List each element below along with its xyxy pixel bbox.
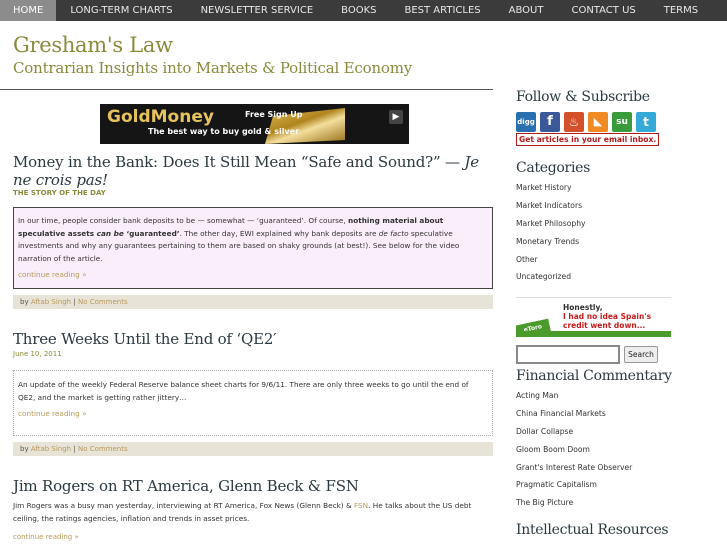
etoro-side-ad[interactable]: Honestly, I had no idea Spain's credit w… [516,297,671,337]
post-title-text: Money in the Bank: Does It Still Mean “S… [13,153,465,171]
excerpt-bold-text: ‘guaranteed’ [123,228,180,238]
continue-reading-link[interactable]: continue reading » [18,269,486,282]
fsn-link[interactable]: FSN [354,501,368,510]
ad-line1: Honestly, [563,303,603,312]
financial-commentary-heading: Financial Commentary [516,368,672,384]
twitter-icon[interactable]: t [636,112,656,132]
nav-long-term-charts[interactable]: LONG-TERM CHARTS [56,0,186,21]
categories-heading: Categories [516,160,591,176]
social-icons: digg f ♨ ◣ su t [516,112,656,132]
post-subtitle: THE STORY OF THE DAY [13,189,106,197]
category-link[interactable]: Market History [516,182,586,200]
post-excerpt: In our time, people consider bank deposi… [13,207,493,289]
category-link[interactable]: Market Philosophy [516,218,586,236]
meta-separator: | [73,298,76,306]
ad-line2: I had no idea Spain's credit went down..… [563,312,652,330]
continue-reading-link[interactable]: continue reading » [13,533,79,541]
author-link[interactable]: Aftab Singh [31,445,71,453]
follow-heading: Follow & Subscribe [516,89,650,105]
goldmoney-logo: GoldMoney [107,107,214,127]
site-tagline: Contrarian Insights into Markets & Polit… [13,59,413,77]
category-link[interactable]: Uncategorized [516,271,586,289]
continue-reading-link[interactable]: continue reading » [18,408,486,421]
post-title[interactable]: Money in the Bank: Does It Still Mean “S… [13,153,493,189]
commentary-list: Acting Man China Financial Markets Dolla… [516,390,632,515]
meta-separator: | [73,445,76,453]
excerpt-bold-italic-text: can be [96,228,124,238]
excerpt-text: . The other day, EWI explained why bank … [179,228,379,238]
banner-tagline: The best way to buy gold & silver [148,127,300,136]
commentary-link[interactable]: Grant's Interest Rate Observer [516,462,632,480]
categories-list: Market History Market Indicators Market … [516,182,586,289]
search-button[interactable]: Search [624,346,658,363]
post-text-part: Jim Rogers was a busy man yesterday, int… [13,501,354,510]
header-divider [0,89,493,90]
commentary-link[interactable]: Gloom Boom Doom [516,444,632,462]
commentary-link[interactable]: Acting Man [516,390,632,408]
category-link[interactable]: Monetary Trends [516,236,586,254]
commentary-link[interactable]: The Big Picture [516,497,632,515]
site-title[interactable]: Gresham's Law [13,33,173,57]
goldmoney-banner-ad[interactable]: GoldMoney Free Sign Up The best way to b… [100,104,409,144]
excerpt-italic-text: de facto [378,228,409,238]
category-link[interactable]: Market Indicators [516,200,586,218]
author-link[interactable]: Aftab Singh [31,298,71,306]
post-excerpt: An update of the weekly Federal Reserve … [13,370,493,436]
top-nav: HOME LONG-TERM CHARTS NEWSLETTER SERVICE… [0,0,727,21]
category-link[interactable]: Other [516,254,586,272]
ad-bar [516,331,671,337]
banner-signup-text: Free Sign Up [245,110,303,119]
stumble-flame-icon[interactable]: ♨ [564,112,584,132]
search-input[interactable] [516,345,620,364]
meta-by: by [20,298,29,306]
stumbleupon-icon[interactable]: su [612,112,632,132]
nav-terms[interactable]: TERMS [650,0,712,21]
post-meta: by Aftab Singh | No Comments [13,295,493,309]
excerpt-text: An update of the weekly Federal Reserve … [18,380,469,402]
commentary-link[interactable]: Dollar Collapse [516,426,632,444]
nav-contact-us[interactable]: CONTACT US [557,0,649,21]
intellectual-resources-heading: Intellectual Resources [516,522,669,538]
digg-icon[interactable]: digg [516,112,536,132]
nav-books[interactable]: BOOKS [327,0,390,21]
comments-link[interactable]: No Comments [78,445,128,453]
commentary-link[interactable]: China Financial Markets [516,408,632,426]
email-subscribe-link[interactable]: Get articles in your email inbox. [516,133,660,146]
post-title[interactable]: Jim Rogers on RT America, Glenn Beck & F… [13,477,359,495]
nav-about[interactable]: ABOUT [495,0,558,21]
commentary-link[interactable]: Pragmatic Capitalism [516,479,632,497]
play-arrow-icon: ▶ [389,110,403,124]
post-meta: by Aftab Singh | No Comments [13,442,493,456]
post-title[interactable]: Three Weeks Until the End of ‘QE2′ [13,330,277,348]
comments-link[interactable]: No Comments [78,298,128,306]
nav-best-articles[interactable]: BEST ARTICLES [390,0,494,21]
post-text: Jim Rogers was a busy man yesterday, int… [13,500,497,525]
rss-icon[interactable]: ◣ [588,112,608,132]
nav-home[interactable]: HOME [0,0,57,21]
post-date: June 10, 2011 [13,350,62,358]
excerpt-text: In our time, people consider bank deposi… [18,216,349,225]
meta-by: by [20,445,29,453]
facebook-icon[interactable]: f [540,112,560,132]
nav-newsletter-service[interactable]: NEWSLETTER SERVICE [187,0,328,21]
